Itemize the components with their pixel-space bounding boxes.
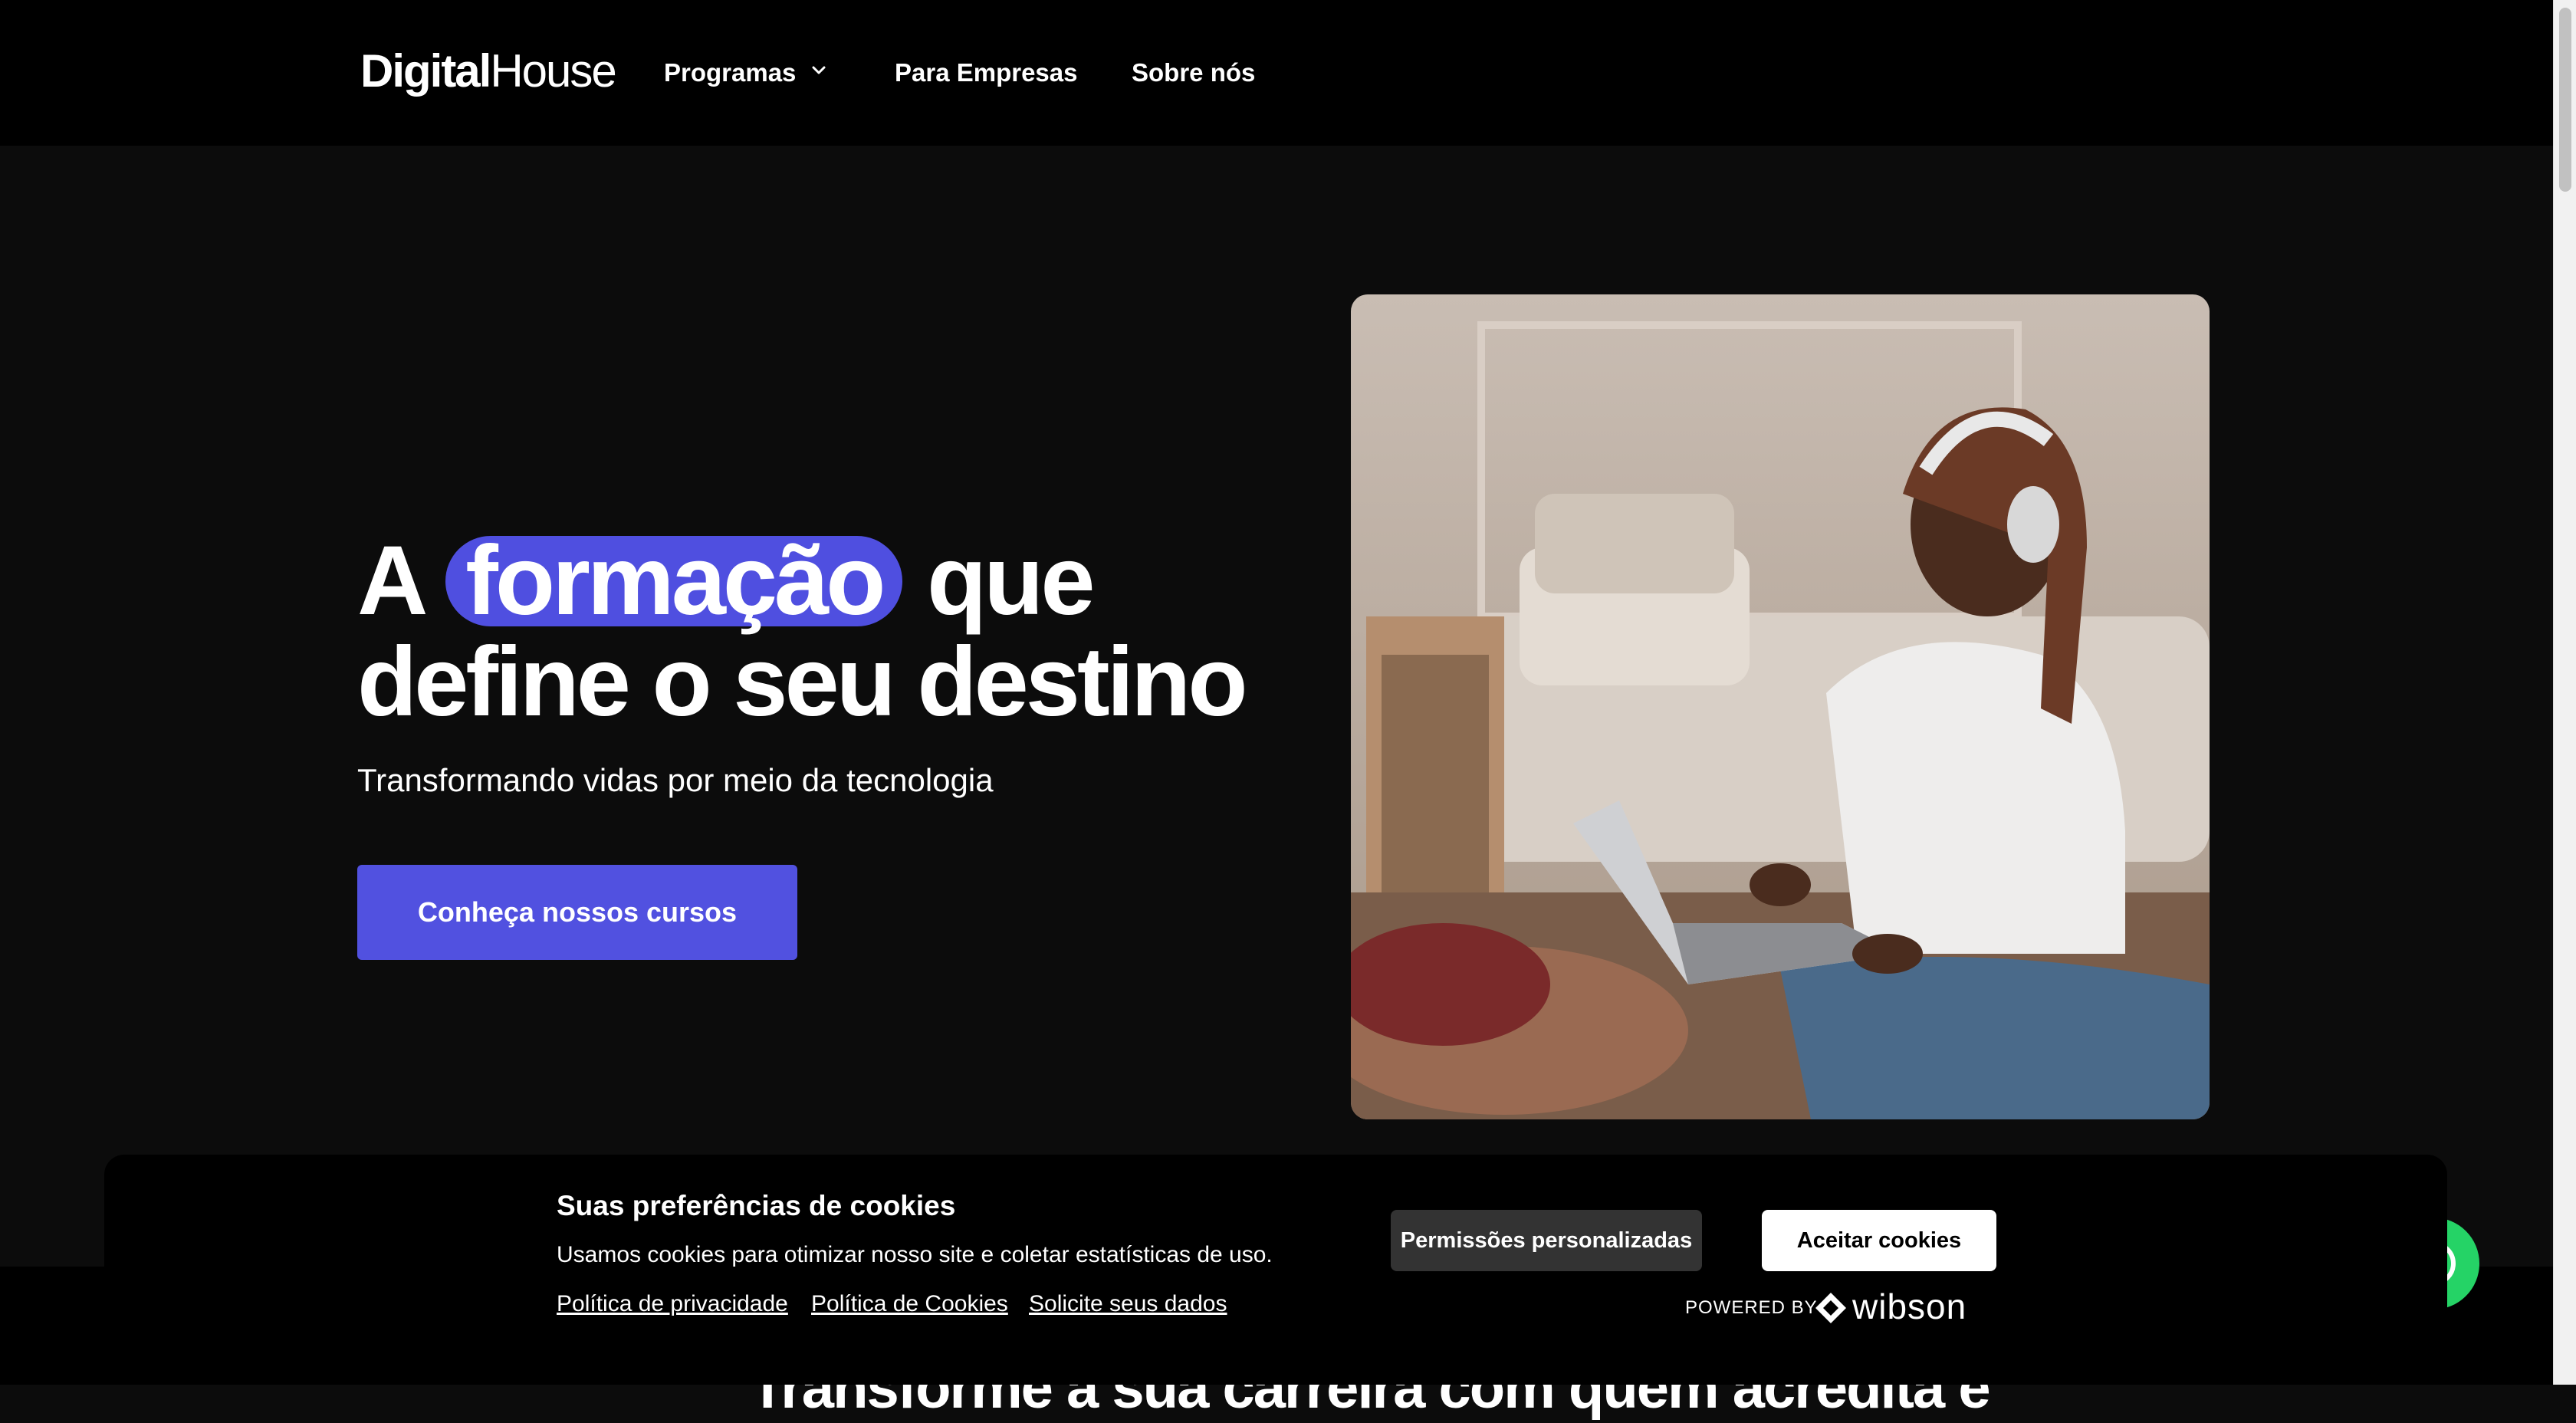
hero-title-que: que [927, 526, 1096, 636]
cookie-banner: Suas preferências de cookies Usamos cook… [104, 1155, 2447, 1385]
page-scrollbar[interactable] [2553, 0, 2576, 1385]
cookie-description: Usamos cookies para otimizar nosso site … [557, 1242, 1273, 1267]
request-data-link[interactable]: Solicite seus dados [1029, 1288, 1227, 1320]
logo-text-house: House [490, 45, 616, 97]
nav-programas[interactable]: Programas [664, 55, 796, 90]
nav-sobre-nos[interactable]: Sobre nós [1132, 55, 1255, 90]
hero-title-a: A [357, 526, 425, 636]
hero-title-highlight: formação [445, 532, 903, 630]
courses-cta-button[interactable]: Conheça nossos cursos [357, 865, 797, 960]
chevron-down-icon[interactable] [810, 61, 828, 80]
top-navbar: DigitalHouse Programas Para Empresas Sob… [0, 0, 2553, 146]
nav-para-empresas[interactable]: Para Empresas [895, 55, 1078, 90]
hero-title-line2: define o seu destino [357, 627, 1247, 737]
accept-cookies-button[interactable]: Aceitar cookies [1762, 1210, 1996, 1271]
logo-text-digital: Digital [360, 45, 491, 97]
powered-by-label: POWERED BY [1685, 1297, 1818, 1318]
privacy-policy-link[interactable]: Política de privacidade [557, 1288, 788, 1320]
wibson-brand: wibson [1852, 1287, 1967, 1326]
cookie-policy-link[interactable]: Política de Cookies [811, 1288, 1008, 1320]
custom-permissions-button[interactable]: Permissões personalizadas [1391, 1210, 1702, 1271]
cookie-title: Suas preferências de cookies [557, 1190, 956, 1221]
wibson-logo-icon [1815, 1293, 1846, 1323]
hero-photo [1351, 294, 2210, 1119]
hero-subtitle: Transformando vidas por meio da tecnolog… [357, 762, 994, 798]
scrollbar-thumb[interactable] [2559, 8, 2571, 192]
digitalhouse-logo[interactable]: DigitalHouse [360, 44, 617, 98]
hero-title: A formação que define o seu destino [357, 531, 1247, 733]
